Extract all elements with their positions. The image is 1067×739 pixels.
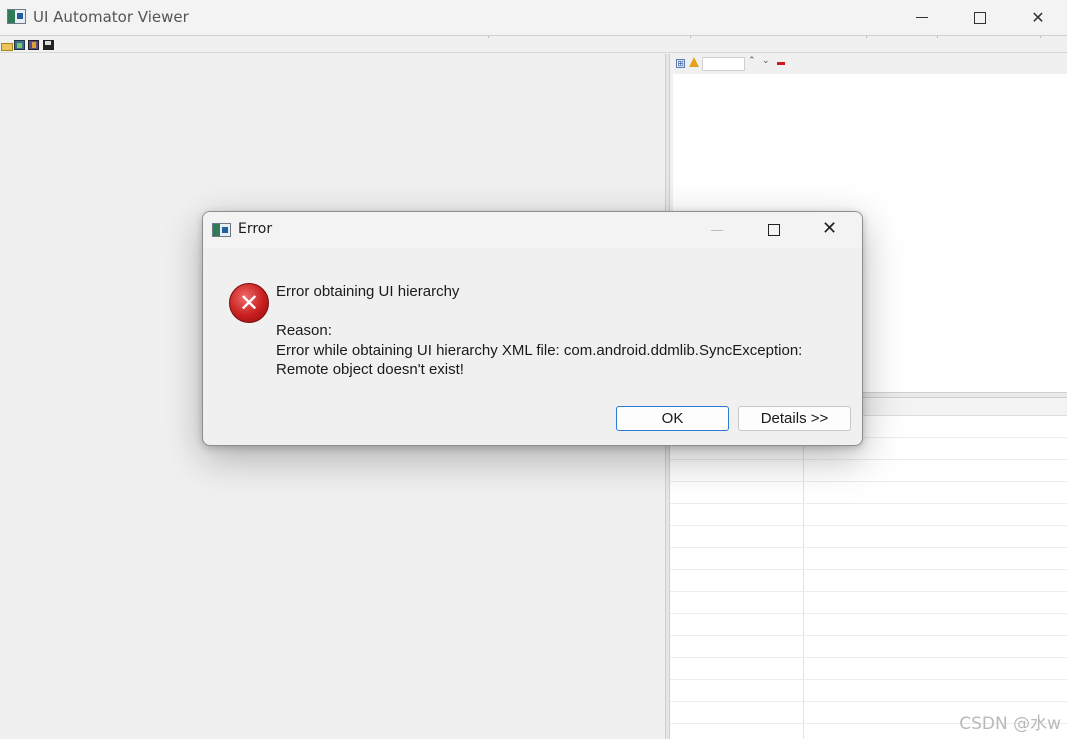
warning-icon[interactable] [689,57,699,67]
dialog-title: Error [238,221,273,237]
table-row[interactable] [670,526,1067,548]
table-row[interactable] [670,680,1067,702]
device-screenshot-icon[interactable] [14,40,25,50]
main-toolbar [0,38,1067,53]
hierarchy-search-input[interactable] [702,57,745,71]
watermark: CSDN @水w [959,714,1061,734]
table-row[interactable] [670,636,1067,658]
app-icon [7,9,26,24]
error-dialog: Error ✕ ✕ Error obtaining UI hierarchy R… [202,211,863,446]
error-message-title: Error obtaining UI hierarchy [276,283,460,300]
next-result-icon[interactable]: ⌄ [762,56,770,66]
dialog-close-button[interactable]: ✕ [822,218,837,239]
window-titlebar: UI Automator Viewer ✕ [0,0,1067,35]
reason-label: Reason: [276,322,332,339]
open-folder-icon[interactable] [1,40,13,51]
table-row[interactable] [670,592,1067,614]
minimize-button[interactable] [893,0,951,35]
minimize-icon [916,17,928,18]
table-row[interactable] [670,614,1067,636]
table-row[interactable] [670,570,1067,592]
table-row[interactable] [670,658,1067,680]
dialog-maximize-button[interactable] [768,224,780,236]
previous-result-icon[interactable]: ⌃ [748,56,756,66]
dialog-titlebar: Error ✕ [203,212,862,248]
ok-button[interactable]: OK [616,406,729,431]
close-icon: ✕ [1031,8,1045,27]
save-icon[interactable] [43,40,54,50]
close-button[interactable]: ✕ [1009,0,1067,35]
details-button[interactable]: Details >> [738,406,851,431]
dialog-minimize-icon [711,230,723,231]
reason-text: Error while obtaining UI hierarchy XML f… [276,342,803,359]
compressed-hierarchy-icon[interactable] [28,40,39,50]
reason-text: Remote object doesn't exist! [276,361,464,378]
window-title: UI Automator Viewer [33,8,189,26]
maximize-button[interactable] [951,0,1009,35]
clear-search-icon[interactable] [777,62,785,65]
hierarchy-toolbar: ⊞ ⌃ ⌄ [670,54,1067,73]
table-row[interactable] [670,482,1067,504]
table-row[interactable] [670,504,1067,526]
table-row[interactable] [670,460,1067,482]
maximize-icon [974,11,986,24]
dialog-app-icon [212,223,231,237]
expand-all-icon[interactable]: ⊞ [676,59,685,68]
error-icon: ✕ [229,283,269,323]
table-row[interactable] [670,548,1067,570]
node-detail-table[interactable] [670,398,1067,739]
